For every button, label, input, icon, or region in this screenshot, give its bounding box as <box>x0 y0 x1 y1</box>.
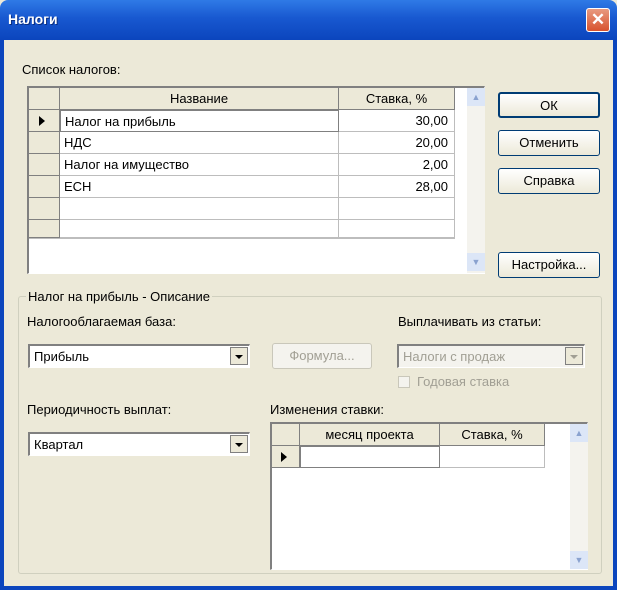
row-indicator <box>29 110 60 132</box>
help-button[interactable]: Справка <box>498 168 600 194</box>
column-header-rate[interactable]: Ставка, % <box>440 424 545 446</box>
rate-cell[interactable] <box>440 446 545 468</box>
tax-list-scrollbar[interactable]: ▲ ▼ <box>467 88 485 273</box>
chevron-down-icon[interactable] <box>230 435 248 453</box>
title-bar: Налоги ✕ <box>0 0 617 40</box>
close-button[interactable]: ✕ <box>586 8 610 32</box>
row-indicator <box>29 132 60 154</box>
triangle-right-icon <box>281 452 287 462</box>
column-header-month[interactable]: месяц проекта <box>300 424 440 446</box>
taxable-base-value: Прибыль <box>34 349 89 364</box>
empty-cell[interactable] <box>339 220 455 238</box>
chevron-up-icon[interactable]: ▲ <box>570 424 588 442</box>
close-icon: ✕ <box>590 10 606 29</box>
tax-name-cell[interactable]: ЕСН <box>60 176 339 198</box>
row-indicator <box>29 154 60 176</box>
chevron-down-icon[interactable]: ▼ <box>570 551 588 569</box>
annual-rate-checkbox[interactable] <box>398 376 410 388</box>
triangle-right-icon <box>39 116 45 126</box>
chevron-down-icon[interactable]: ▼ <box>467 253 485 271</box>
cancel-button[interactable]: Отменить <box>498 130 600 156</box>
chevron-down-icon[interactable] <box>565 347 583 365</box>
periodicity-select[interactable]: Квартал <box>28 432 250 456</box>
tax-name-cell[interactable]: НДС <box>60 132 339 154</box>
description-title: Налог на прибыль - Описание <box>26 289 212 304</box>
tax-rate-cell[interactable]: 28,00 <box>339 176 455 198</box>
taxable-base-label: Налогооблагаемая база: <box>27 314 176 329</box>
window-title: Налоги <box>8 11 58 27</box>
row-indicator <box>29 176 60 198</box>
pay-from-select[interactable]: Налоги с продаж <box>397 344 585 368</box>
row-indicator <box>29 198 60 220</box>
column-header-name[interactable]: Название <box>60 88 339 110</box>
tax-rate-cell[interactable]: 30,00 <box>339 110 455 132</box>
empty-cell[interactable] <box>60 198 339 220</box>
tax-list-grid[interactable]: Название Ставка, % Налог на прибыль 30,0… <box>27 86 485 274</box>
rate-changes-grid[interactable]: месяц проекта Ставка, % ▲ ▼ <box>270 422 588 570</box>
rate-changes-label: Изменения ставки: <box>270 402 384 417</box>
tax-rate-cell[interactable]: 20,00 <box>339 132 455 154</box>
chevron-down-icon[interactable] <box>230 347 248 365</box>
pay-from-label: Выплачивать из статьи: <box>398 314 542 329</box>
formula-button[interactable]: Формула... <box>272 343 372 369</box>
month-cell[interactable] <box>300 446 440 468</box>
row-indicator <box>272 446 300 468</box>
tax-rate-cell[interactable]: 2,00 <box>339 154 455 176</box>
empty-cell[interactable] <box>339 198 455 220</box>
chevron-up-icon[interactable]: ▲ <box>467 88 485 106</box>
pay-from-value: Налоги с продаж <box>403 349 506 364</box>
grid-corner <box>272 424 300 446</box>
settings-button[interactable]: Настройка... <box>498 252 600 278</box>
tax-list-label: Список налогов: <box>22 62 121 77</box>
annual-rate-label: Годовая ставка <box>417 374 510 389</box>
tax-name-cell[interactable]: Налог на имущество <box>60 154 339 176</box>
empty-cell[interactable] <box>60 220 339 238</box>
grid-bottom-line <box>29 238 455 239</box>
periodicity-value: Квартал <box>34 437 84 452</box>
column-header-rate[interactable]: Ставка, % <box>339 88 455 110</box>
tax-name-cell[interactable]: Налог на прибыль <box>60 110 339 132</box>
periodicity-label: Периодичность выплат: <box>27 402 172 417</box>
taxable-base-select[interactable]: Прибыль <box>28 344 250 368</box>
ok-button[interactable]: ОК <box>498 92 600 118</box>
rate-changes-scrollbar[interactable]: ▲ ▼ <box>570 424 588 569</box>
row-indicator <box>29 220 60 238</box>
grid-corner <box>29 88 60 110</box>
